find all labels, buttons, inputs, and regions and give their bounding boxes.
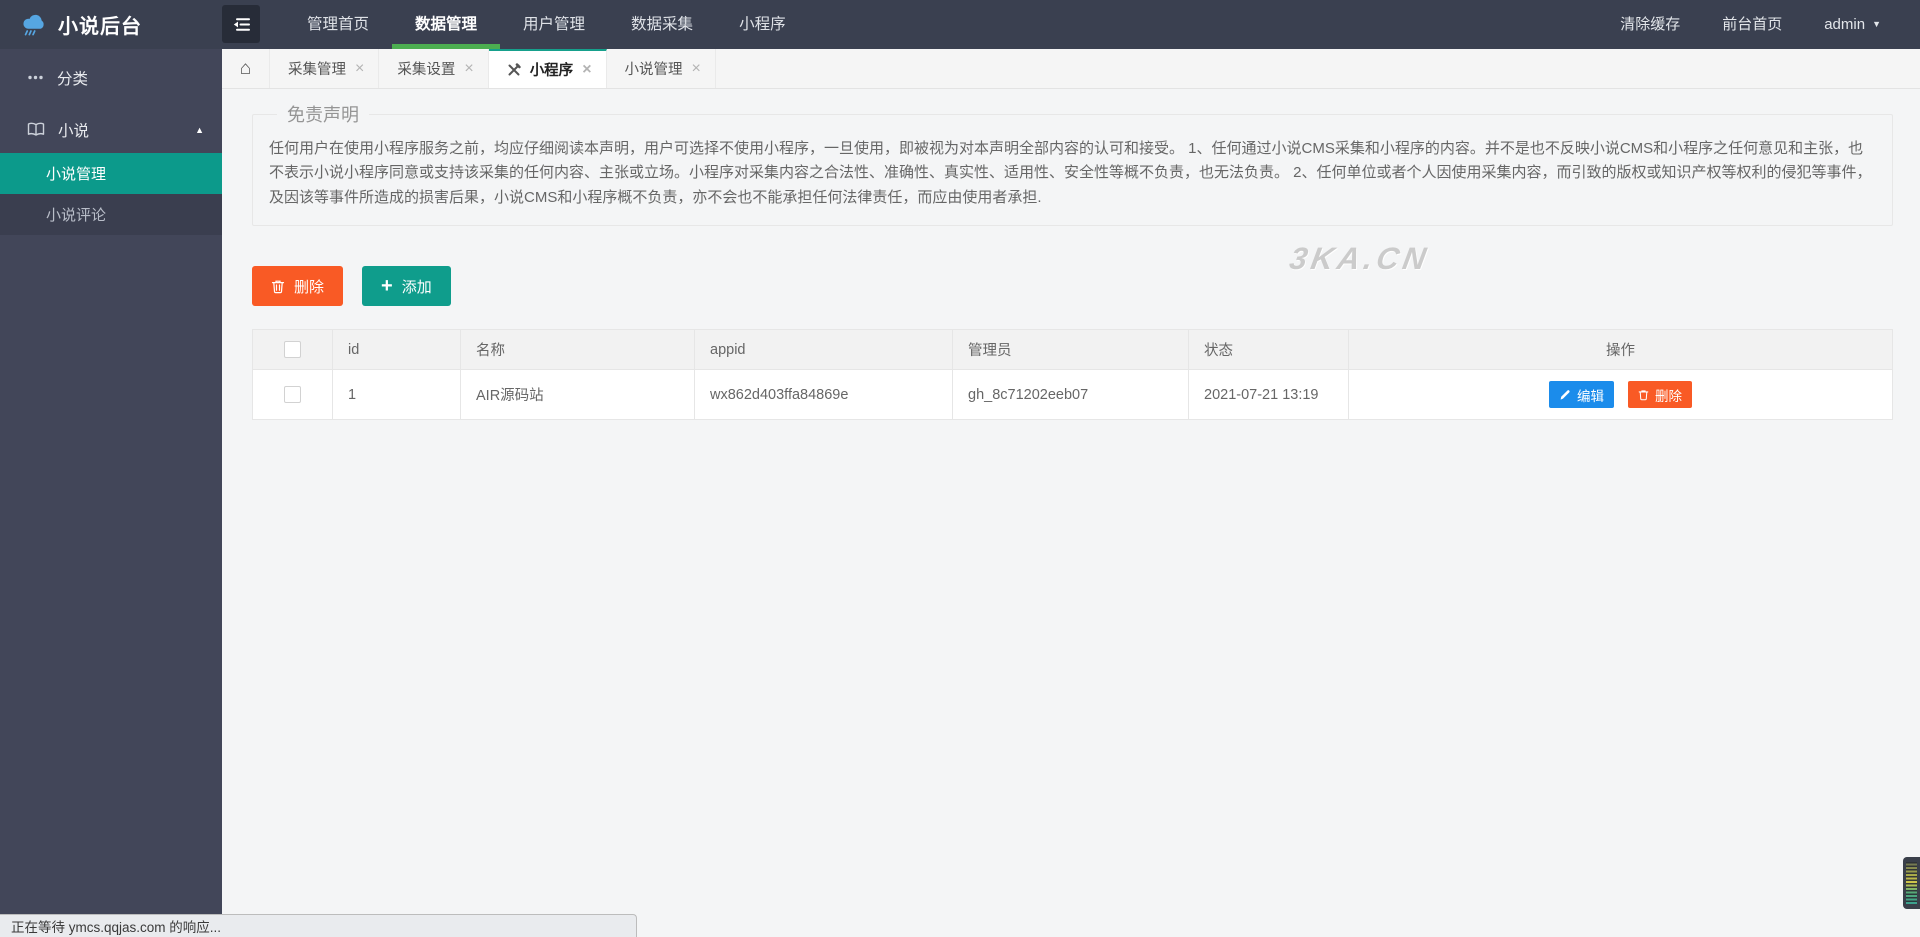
collapse-sidebar-icon [232, 17, 251, 32]
username: admin [1824, 16, 1866, 33]
tab-mini-program[interactable]: 小程序 × [488, 49, 607, 88]
status-text: 正在等待 ymcs.qqjas.com 的响应... [11, 920, 222, 935]
browser-status-bubble: 正在等待 ymcs.qqjas.com 的响应... [0, 914, 637, 937]
clear-cache-button[interactable]: 清除缓存 [1599, 0, 1701, 49]
sidebar-subitem-novel-manage[interactable]: 小说管理 [0, 153, 222, 194]
delete-button[interactable]: 删除 [252, 266, 344, 307]
cell-admin: gh_8c71202eeb07 [952, 369, 1189, 421]
add-button-label: 添加 [401, 278, 432, 296]
collapse-sidebar-button[interactable] [222, 5, 260, 43]
cell-status: 2021-07-21 13:19 [1188, 369, 1349, 421]
sidebar-item-label: 小说 [58, 122, 90, 140]
column-header-name: 名称 [460, 329, 695, 371]
top-navigation: 管理首页 数据管理 用户管理 数据采集 小程序 [284, 0, 809, 49]
app-logo: 小说后台 [0, 0, 222, 49]
sidebar-item-label: 分类 [57, 70, 89, 88]
cell-id: 1 [332, 369, 461, 421]
sidebar-item-category[interactable]: 分类 [0, 54, 222, 101]
column-header-admin: 管理员 [952, 329, 1189, 371]
disclaimer-fieldset: 免责声明 任何用户在使用小程序服务之前，均应仔细阅读本声明，用户可选择不使用小程… [252, 101, 1893, 227]
cell-actions: 编辑 删除 [1348, 369, 1893, 421]
book-icon [27, 121, 45, 138]
ellipsis-icon [27, 69, 44, 86]
table-row: 1 AIR源码站 wx862d403ffa84869e gh_8c71202ee… [252, 369, 1893, 421]
main-content: 免责声明 任何用户在使用小程序服务之前，均应仔细阅读本声明，用户可选择不使用小程… [222, 89, 1920, 937]
tab-novel-manage[interactable]: 小说管理 × [607, 49, 716, 88]
row-edit-button[interactable]: 编辑 [1548, 381, 1614, 409]
floating-scroll-widget[interactable] [1903, 857, 1920, 909]
front-home-button[interactable]: 前台首页 [1701, 0, 1803, 49]
tab-collect-settings[interactable]: 采集设置 × [379, 49, 489, 88]
nav-item-data-management[interactable]: 数据管理 [392, 0, 501, 49]
pencil-icon [1559, 389, 1571, 401]
trash-icon [271, 279, 285, 294]
mini-program-table: id 名称 appid 管理员 状态 操作 1 AIR源码站 wx862d403… [252, 329, 1893, 421]
stripes-decoration [1906, 862, 1917, 904]
chevron-down-icon: ▼ [1872, 19, 1881, 29]
tab-home[interactable]: ⌂ [222, 49, 270, 88]
toolbar: 删除 + 添加 [252, 266, 1893, 307]
close-icon[interactable]: × [582, 61, 591, 78]
row-delete-label: 删除 [1655, 388, 1683, 404]
column-header-id: id [332, 329, 461, 371]
sidebar-subitem-novel-comments[interactable]: 小说评论 [0, 194, 222, 235]
trash-icon [1638, 389, 1649, 401]
nav-item-data-collect[interactable]: 数据采集 [608, 0, 716, 49]
disclaimer-title: 免责声明 [287, 105, 359, 125]
header-actions: 清除缓存 前台首页 admin ▼ [1599, 0, 1920, 49]
sidebar-item-novel[interactable]: 小说 ▲ [0, 106, 222, 153]
watermark: 3KA.CN [1287, 241, 1433, 276]
tab-label: 采集设置 [397, 62, 456, 78]
tab-collect-manage[interactable]: 采集管理 × [270, 49, 380, 88]
cell-name: AIR源码站 [460, 369, 695, 421]
sidebar: 分类 小说 ▲ 小说管理 小说评论 [0, 49, 222, 937]
home-icon: ⌂ [239, 57, 252, 79]
row-edit-label: 编辑 [1576, 388, 1604, 404]
column-header-status: 状态 [1188, 329, 1349, 371]
close-icon[interactable]: × [355, 60, 364, 77]
tab-label: 小说管理 [624, 62, 683, 78]
row-checkbox[interactable] [284, 386, 301, 404]
tab-label: 小程序 [529, 63, 574, 79]
app-title: 小说后台 [58, 16, 142, 38]
nav-item-user-management[interactable]: 用户管理 [500, 0, 608, 49]
plus-icon: + [381, 275, 393, 298]
close-icon[interactable]: × [692, 60, 701, 77]
select-all-checkbox[interactable] [284, 341, 301, 359]
column-header-appid: appid [694, 329, 953, 371]
close-icon[interactable]: × [464, 60, 473, 77]
disclaimer-text: 任何用户在使用小程序服务之前，均应仔细阅读本声明，用户可选择不使用小程序，一旦使… [269, 140, 1872, 206]
tab-bar: ⌂ 采集管理 × 采集设置 × 小程序 × 小说管理 × [222, 49, 1920, 89]
delete-button-label: 删除 [294, 278, 325, 296]
cloud-rain-logo-icon [20, 11, 48, 39]
user-menu[interactable]: admin ▼ [1803, 0, 1902, 49]
table-header-row: id 名称 appid 管理员 状态 操作 [252, 329, 1893, 371]
tools-icon [507, 62, 521, 77]
tab-label: 采集管理 [288, 62, 346, 78]
nav-item-mini-program[interactable]: 小程序 [716, 0, 809, 49]
top-header: 小说后台 管理首页 数据管理 用户管理 数据采集 小程序 清除缓存 前台首页 a… [0, 0, 1920, 49]
column-header-actions: 操作 [1348, 329, 1893, 371]
novel-submenu: 小说管理 小说评论 [0, 153, 222, 235]
chevron-up-icon: ▲ [195, 124, 204, 135]
cell-appid: wx862d403ffa84869e [694, 369, 953, 421]
nav-item-admin-home[interactable]: 管理首页 [284, 0, 392, 49]
row-delete-button[interactable]: 删除 [1628, 381, 1693, 409]
add-button[interactable]: + 添加 [362, 266, 451, 307]
